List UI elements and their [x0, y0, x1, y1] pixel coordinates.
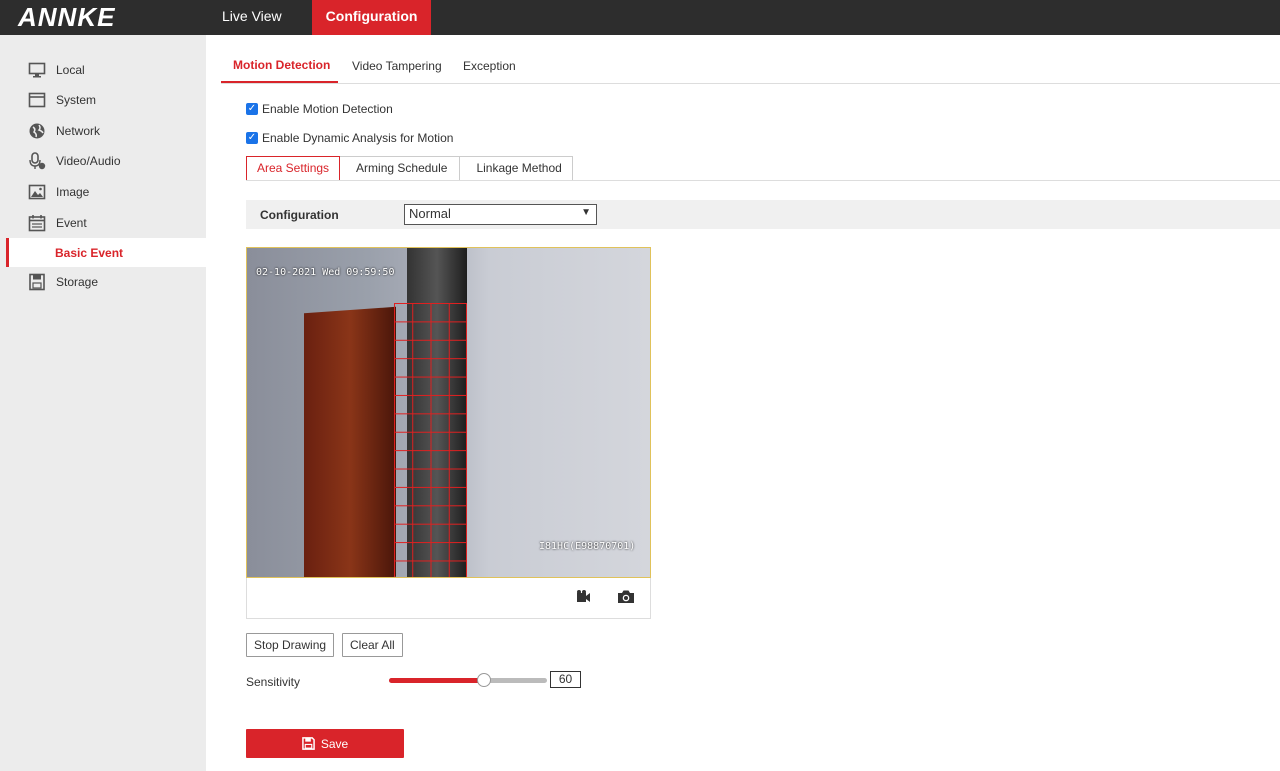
sensitivity-slider-fill [389, 678, 484, 683]
configuration-selected-value: Normal [409, 206, 451, 221]
sensitivity-slider[interactable] [389, 673, 547, 687]
tab-exception[interactable]: Exception [463, 59, 516, 73]
event-tabs: Motion Detection Video Tampering Excepti… [221, 48, 1280, 84]
live-view-tab[interactable]: Live View [206, 0, 298, 35]
configuration-label: Configuration [260, 208, 339, 222]
configuration-select[interactable]: Normal ▼ [404, 204, 597, 225]
subtab-area-settings[interactable]: Area Settings [246, 156, 341, 181]
video-preview[interactable]: 02-10-2021 Wed 09:59:50 I81HC(E98870701) [246, 247, 651, 578]
subtab-divider [246, 180, 1280, 181]
tab-video-tampering[interactable]: Video Tampering [352, 59, 442, 73]
record-video-icon[interactable] [574, 588, 592, 606]
globe-icon [29, 123, 45, 139]
top-navigation: Live View Configuration [206, 0, 432, 35]
sidebar-item-local[interactable]: Local [0, 55, 206, 85]
sidebar-item-network[interactable]: Network [0, 116, 206, 146]
sidebar-item-label: Local [56, 63, 85, 77]
sensitivity-slider-thumb[interactable] [476, 673, 491, 687]
sidebar-item-label: Network [56, 124, 101, 138]
sidebar-item-video-audio[interactable]: Video/Audio [0, 146, 206, 176]
annke-logo: ANNKE [18, 2, 116, 32]
microphone-icon [29, 152, 46, 170]
enable-dynamic-analysis-label: Enable Dynamic Analysis for Motion [262, 131, 454, 145]
save-button-label: Save [320, 736, 349, 751]
sidebar-item-label: Storage [56, 275, 99, 289]
door-in-scene [304, 306, 396, 577]
chevron-down-icon: ▼ [581, 207, 591, 218]
tab-motion-detection[interactable]: Motion Detection [233, 58, 330, 72]
enable-dynamic-analysis-row[interactable]: ✓ Enable Dynamic Analysis for Motion [246, 131, 453, 145]
motion-subtabs: Area Settings Arming Schedule Linkage Me… [246, 156, 573, 181]
top-bar: ANNKE Live View Configuration [0, 0, 1280, 35]
clear-all-button[interactable]: Clear All [342, 633, 403, 657]
enable-motion-detection-checkbox[interactable]: ✓ [246, 103, 258, 115]
configuration-row: Configuration Normal ▼ [246, 200, 1280, 229]
monitor-icon [28, 62, 46, 78]
subtab-linkage-method[interactable]: Linkage Method [460, 156, 573, 181]
enable-motion-detection-row[interactable]: ✓ Enable Motion Detection [246, 102, 393, 116]
stop-drawing-button[interactable]: Stop Drawing [246, 633, 335, 657]
storage-icon [29, 273, 45, 291]
video-timestamp-osd: 02-10-2021 Wed 09:59:50 [256, 267, 395, 278]
sidebar-item-label: Image [56, 185, 90, 199]
sidebar-item-label: System [56, 93, 97, 107]
video-camera-name-osd: I81HC(E98870701) [539, 541, 636, 552]
configuration-tab[interactable]: Configuration [311, 0, 432, 35]
sidebar-item-label: Event [56, 216, 87, 230]
subtab-arming-schedule[interactable]: Arming Schedule [340, 156, 461, 181]
sidebar-item-basic-event[interactable]: Basic Event [6, 238, 206, 267]
active-tab-underline [221, 81, 338, 83]
sidebar-item-image[interactable]: Image [0, 177, 206, 207]
sidebar-item-system[interactable]: System [0, 85, 206, 115]
sensitivity-value-input[interactable]: 60 [550, 671, 581, 688]
enable-dynamic-analysis-checkbox[interactable]: ✓ [246, 132, 258, 144]
video-toolbar [246, 578, 651, 619]
sidebar: Local System Network Video/Audio Image E… [0, 35, 206, 771]
motion-detection-grid[interactable] [394, 303, 467, 577]
sidebar-item-event[interactable]: Event [0, 208, 206, 238]
system-window-icon [28, 92, 46, 108]
camera-snapshot-icon[interactable] [617, 588, 635, 606]
sidebar-item-storage[interactable]: Storage [0, 267, 206, 297]
image-icon [28, 184, 46, 200]
enable-motion-detection-label: Enable Motion Detection [262, 102, 393, 116]
calendar-icon [28, 215, 46, 232]
sidebar-item-label: Video/Audio [56, 154, 121, 168]
floppy-disk-icon [301, 737, 315, 750]
sidebar-item-label: Basic Event [55, 246, 124, 260]
save-button[interactable]: Save [246, 729, 404, 758]
sensitivity-label: Sensitivity [246, 675, 301, 689]
